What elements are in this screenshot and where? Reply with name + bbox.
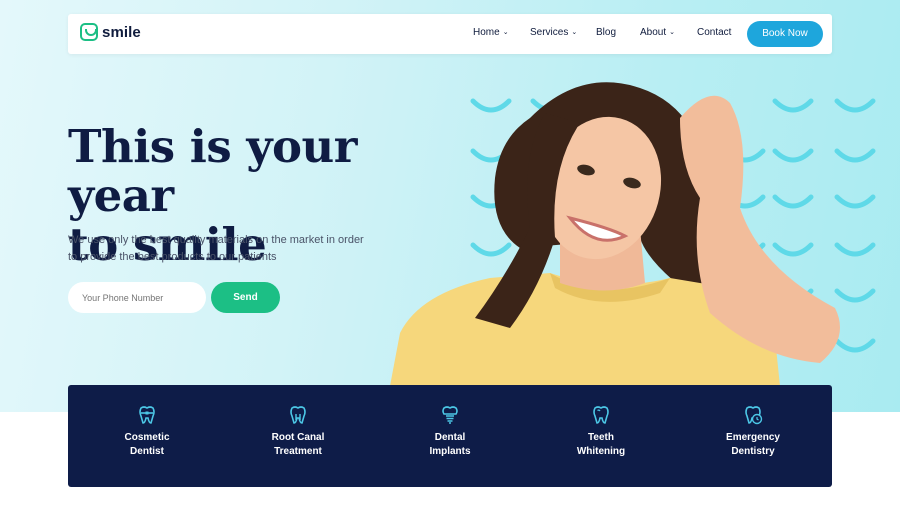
service-emergency-dentistry[interactable]: Emergency Dentistry [698, 405, 808, 459]
description-line-1: We use only the best quality materials o… [68, 234, 364, 246]
service-label: Emergency Dentistry [698, 431, 808, 459]
phone-number-input[interactable] [68, 282, 206, 313]
smile-logo-icon [80, 23, 98, 41]
nav-item-services[interactable]: Services ⌄ [530, 27, 577, 38]
nav-item-blog[interactable]: Blog [596, 27, 616, 38]
service-label: Dental Implants [395, 431, 505, 459]
service-label-line-2: Implants [429, 446, 471, 457]
service-label-line-1: Teeth [588, 432, 614, 443]
description-line-2: to provide the best products to our pati… [68, 251, 277, 263]
nav-item-label: About [640, 27, 667, 38]
nav-item-label: Contact [697, 27, 732, 38]
nav-item-contact[interactable]: Contact [697, 27, 731, 38]
nav-item-label: Services [530, 27, 569, 38]
headline-line-1: This is your year [68, 120, 357, 222]
service-label-line-2: Whitening [576, 446, 626, 457]
service-label-line-2: Dentistry [731, 446, 775, 457]
logo-text: smile [102, 23, 141, 41]
service-root-canal-treatment[interactable]: Root Canal Treatment [243, 405, 353, 459]
tooth-implant-icon [442, 406, 458, 424]
nav-item-home[interactable]: Home ⌄ [473, 27, 509, 38]
logo[interactable]: smile [80, 23, 141, 41]
chevron-down-icon: ⌄ [571, 29, 578, 36]
tooth-whitening-icon [593, 406, 609, 424]
hero-description: We use only the best quality materials o… [68, 232, 388, 266]
nav-item-label: Home [473, 27, 500, 38]
book-now-button[interactable]: Book Now [747, 21, 823, 47]
send-button[interactable]: Send [211, 282, 280, 313]
tooth-icon [290, 406, 306, 424]
service-label-line-1: Root Canal [271, 432, 325, 443]
service-dental-implants[interactable]: Dental Implants [395, 405, 505, 459]
chevron-down-icon: ⌄ [502, 29, 509, 36]
service-teeth-whitening[interactable]: Teeth Whitening [546, 405, 656, 459]
services-bar: Cosmetic Dentist Root Canal Treatment De… [68, 385, 832, 487]
service-label-line-1: Cosmetic [124, 432, 170, 443]
tooth-clock-icon [745, 406, 763, 425]
service-label-line-1: Emergency [726, 432, 780, 443]
service-label: Teeth Whitening [546, 431, 656, 459]
nav-item-label: Blog [596, 27, 617, 38]
service-label: Cosmetic Dentist [92, 431, 202, 459]
service-label: Root Canal Treatment [243, 431, 353, 459]
chevron-down-icon: ⌄ [669, 29, 676, 36]
service-label-line-1: Dental [434, 432, 466, 443]
service-label-line-2: Treatment [274, 446, 322, 457]
service-cosmetic-dentist[interactable]: Cosmetic Dentist [92, 405, 202, 459]
service-label-line-2: Dentist [130, 446, 164, 457]
tooth-braces-icon [139, 406, 155, 424]
site-header: smile Home ⌄ Services ⌄ Blog About ⌄ Contac… [68, 14, 832, 54]
nav-item-about[interactable]: About ⌄ [640, 27, 675, 38]
